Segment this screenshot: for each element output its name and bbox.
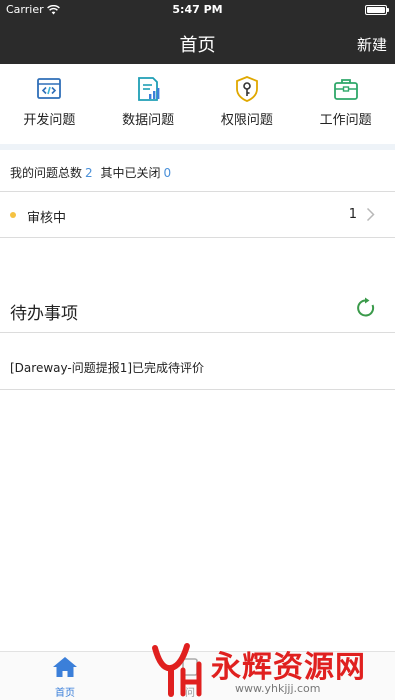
tab-home[interactable]: 首页	[30, 656, 100, 699]
todo-item-text: [Dareway-问题提报1]已完成待评价	[10, 361, 205, 375]
code-icon	[37, 78, 62, 99]
chevron-right-icon	[366, 207, 375, 222]
shortcut-dev-issue[interactable]: 开发问题	[0, 64, 99, 144]
tab-home-label: 首页	[55, 688, 75, 699]
status-dot-icon	[10, 212, 16, 218]
new-button[interactable]: 新建	[357, 34, 387, 55]
todo-title: 待办事项	[10, 304, 78, 324]
todo-header: 待办事项	[0, 285, 395, 333]
shortcut-permission-issue[interactable]: 权限问题	[198, 64, 297, 144]
issue-stats: 我的问题总数 2 其中已关闭 0	[0, 150, 395, 192]
reviewing-label: 审核中	[27, 211, 67, 226]
watermark-url: www.yhkjjj.com	[235, 682, 321, 695]
category-shortcuts: 开发问题 数据问题 权限问题 工作问题	[0, 64, 395, 144]
shortcut-label: 工作问题	[319, 113, 372, 128]
key-shield-icon	[235, 76, 258, 102]
watermark-brand: 永辉资源网	[211, 650, 366, 685]
shortcut-work-issue[interactable]: 工作问题	[296, 64, 395, 144]
status-time: 5:47 PM	[172, 3, 223, 16]
page-title: 首页	[179, 35, 216, 56]
total-count: 2	[85, 166, 93, 180]
status-bar: Carrier 5:47 PM	[0, 0, 395, 20]
briefcase-icon	[333, 79, 358, 100]
watermark: 永辉资源网 www.yhkjjj.com	[145, 638, 390, 700]
yh-logo	[152, 643, 202, 697]
closed-label: 其中已关闭	[100, 166, 161, 180]
total-label: 我的问题总数	[10, 166, 83, 180]
nav-bar: 首页 新建	[0, 20, 395, 64]
home-icon	[53, 657, 77, 677]
todo-item[interactable]: [Dareway-问题提报1]已完成待评价	[0, 333, 395, 390]
refresh-icon[interactable]	[355, 297, 377, 319]
data-chart-icon	[138, 77, 160, 101]
battery-icon	[365, 5, 389, 15]
shortcut-data-issue[interactable]: 数据问题	[99, 64, 198, 144]
shortcut-label: 权限问题	[220, 113, 273, 128]
closed-count: 0	[163, 166, 172, 180]
shortcut-label: 开发问题	[23, 113, 76, 128]
reviewing-count: 1	[348, 207, 357, 222]
reviewing-row[interactable]: 审核中 1	[0, 192, 395, 238]
shortcut-label: 数据问题	[122, 113, 175, 128]
